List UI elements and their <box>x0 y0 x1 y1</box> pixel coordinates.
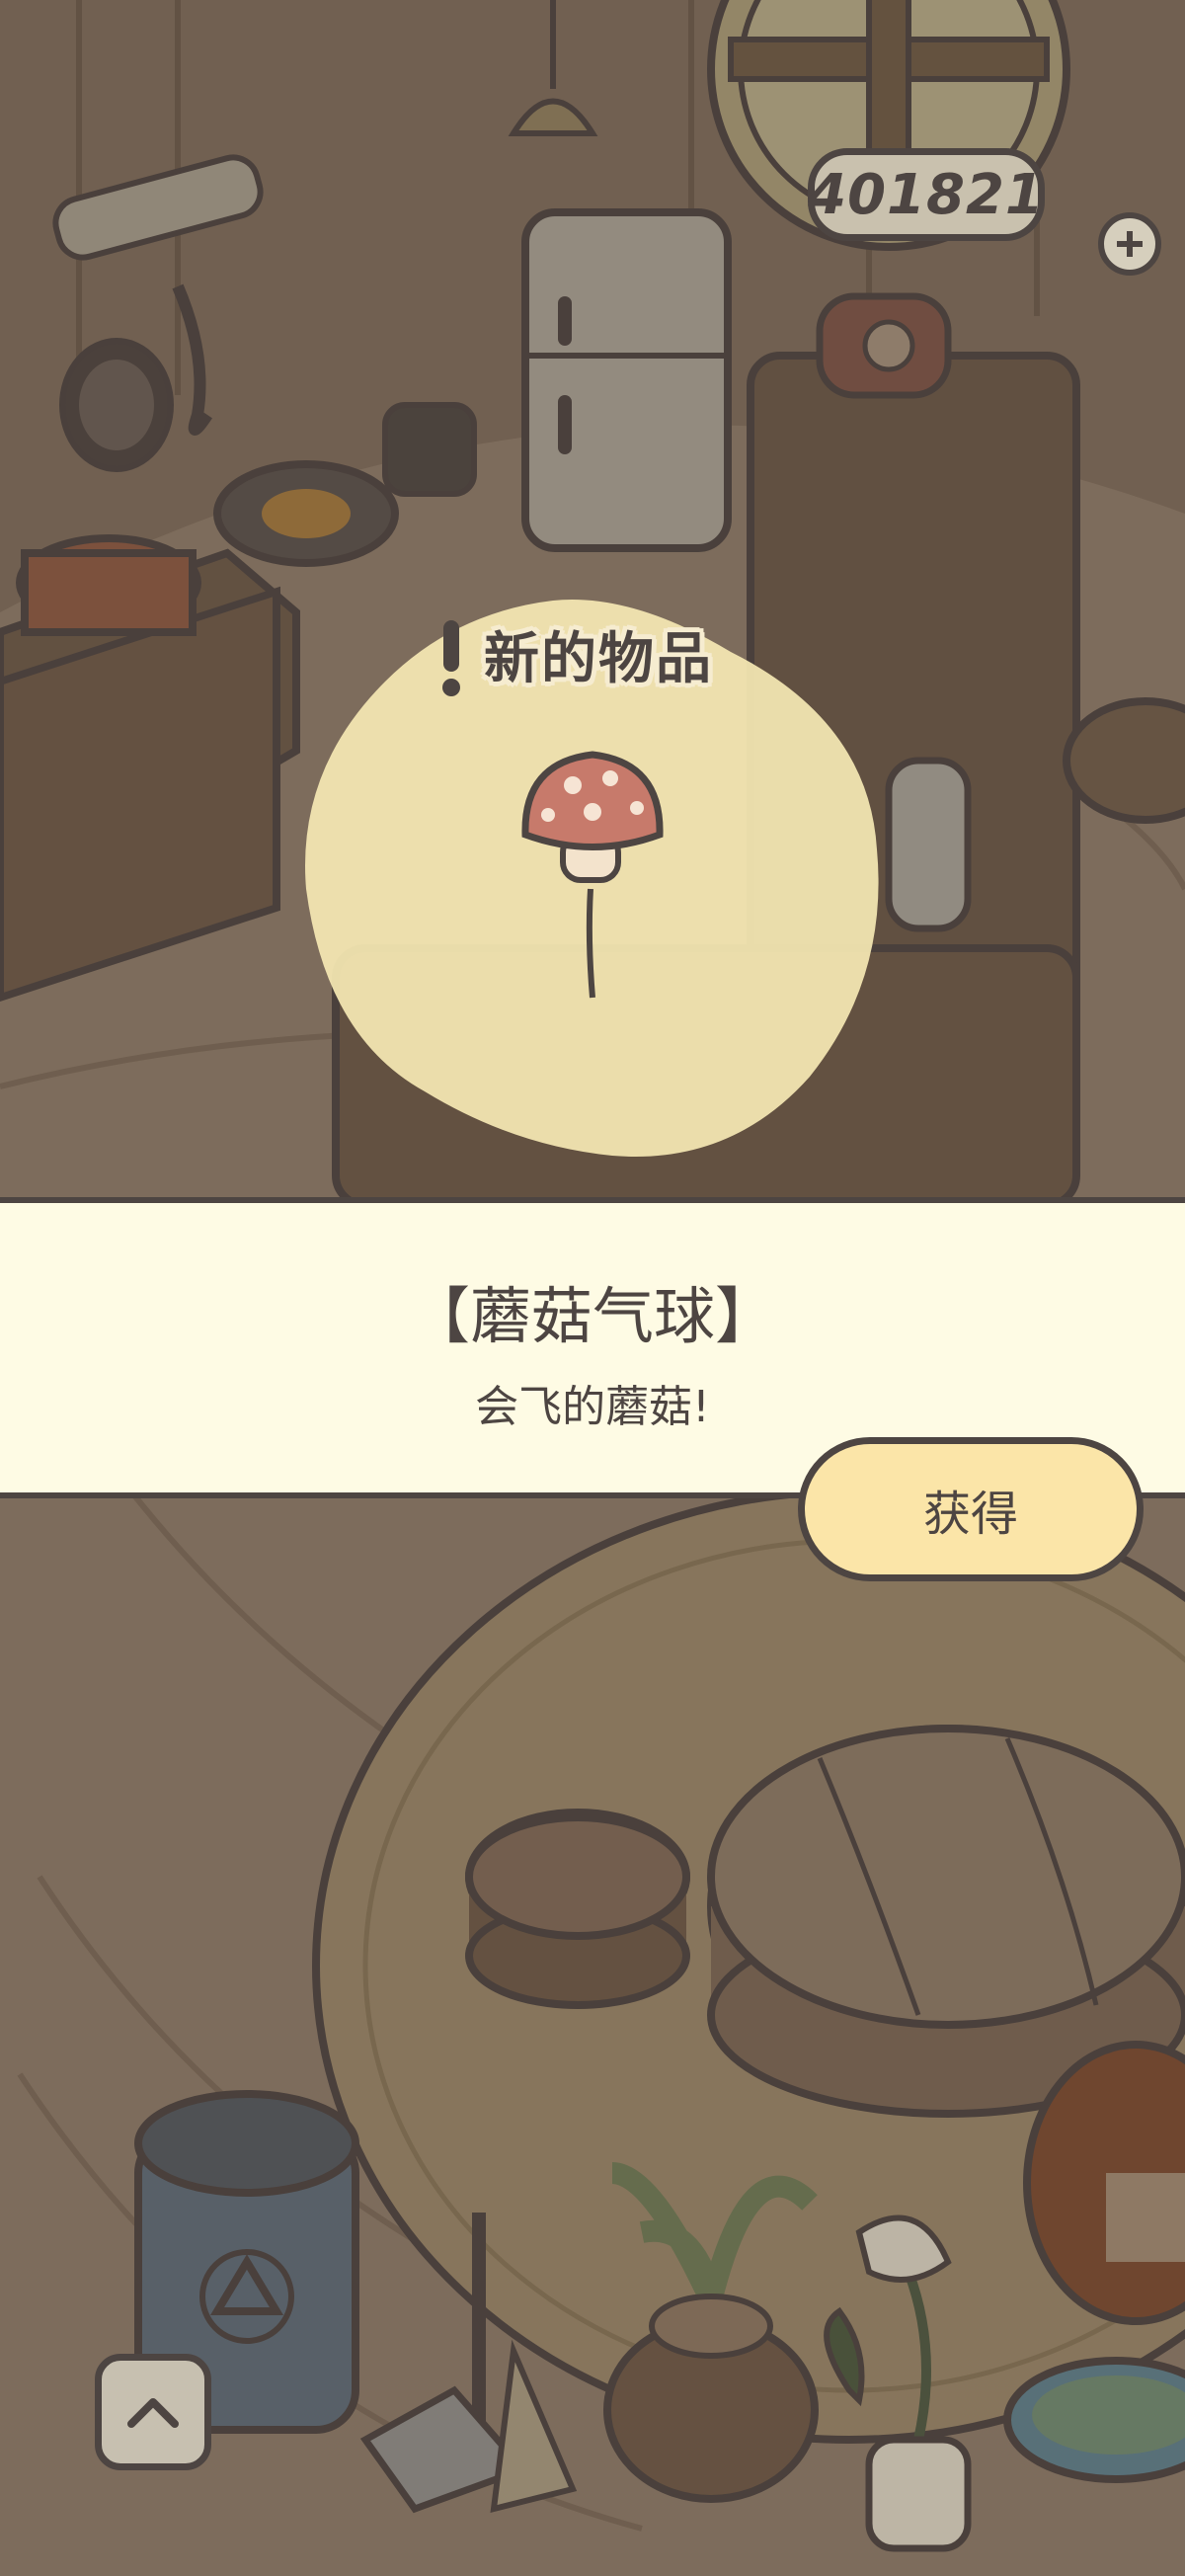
clover-counter: 401821 <box>808 148 1045 241</box>
obtain-button-label: 获得 <box>922 1487 1018 1542</box>
new-item-label: 新的物品 <box>484 627 713 691</box>
chevron-up-icon <box>127 2398 179 2428</box>
item-description: 会飞的蘑菇! <box>475 1382 710 1432</box>
add-clover-button[interactable] <box>1098 212 1161 276</box>
plus-icon <box>1117 231 1143 257</box>
game-scene: 401821 新的物品 【蘑菇气球】 会飞的蘑菇! 获得 <box>0 0 1185 2576</box>
obtain-button[interactable]: 获得 <box>798 1437 1144 1581</box>
scroll-up-button[interactable] <box>95 2354 211 2470</box>
exclamation-icon <box>442 620 460 696</box>
item-name: 【蘑菇气球】 <box>408 1280 776 1352</box>
